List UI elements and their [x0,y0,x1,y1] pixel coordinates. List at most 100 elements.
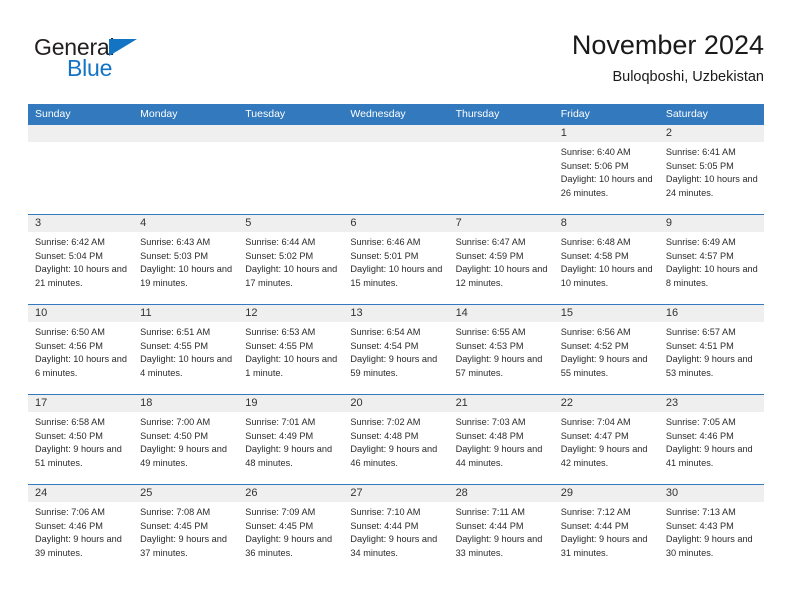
daylight-text: Daylight: 9 hours and 51 minutes. [35,444,122,468]
day-number: 4 [133,215,239,232]
calendar-day-cell[interactable]: 18 Sunrise: 7:00 AM Sunset: 4:50 PM Dayligh… [133,395,239,484]
daylight-text: Daylight: 9 hours and 53 minutes. [665,354,753,378]
weekday-header-row: Sunday Monday Tuesday Wednesday Thursday Frid… [28,104,764,125]
calendar-day-cell-empty [448,125,554,214]
sunrise-text: Sunrise: 7:05 AM [665,417,736,427]
day-number: 24 [28,485,134,502]
day-details: Sunrise: 7:04 AM Sunset: 4:47 PM Daylight:… [554,412,659,470]
calendar-day-cell[interactable]: 2 Sunrise: 6:41 AM Sunset: 5:05 PM Daylight… [658,125,764,214]
page-title: November 2024 [571,30,764,60]
day-details: Sunrise: 6:57 AM Sunset: 4:51 PM Daylight:… [659,322,764,380]
day-number: 27 [343,485,449,502]
day-details: Sunrise: 7:05 AM Sunset: 4:46 PM Daylight:… [659,412,764,470]
day-number [448,125,554,142]
daylight-text: Daylight: 10 hours and 17 minutes. [245,264,338,288]
calendar-day-cell[interactable]: 12 Sunrise: 6:53 AM Sunset: 4:55 PM Dayligh… [238,305,344,394]
sunset-text: Sunset: 4:58 PM [560,250,629,261]
calendar-grid: Sunday Monday Tuesday Wednesday Thursday Frid… [28,104,764,574]
calendar-day-cell[interactable]: 9 Sunrise: 6:49 AM Sunset: 4:57 PM Daylight… [658,215,764,304]
sunset-text: Sunset: 4:50 PM [35,430,103,441]
day-details: Sunrise: 6:42 AM Sunset: 5:04 PM Daylight:… [28,232,133,290]
day-number: 20 [343,395,449,412]
sunset-text: Sunset: 4:45 PM [245,520,314,531]
calendar-day-cell[interactable]: 6 Sunrise: 6:46 AM Sunset: 5:01 PM Daylight… [343,215,449,304]
daylight-text: Daylight: 10 hours and 26 minutes. [560,174,653,198]
calendar-day-cell[interactable]: 21 Sunrise: 7:03 AM Sunset: 4:48 PM Dayligh… [448,395,554,484]
sunrise-text: Sunrise: 6:56 AM [560,327,631,337]
calendar-day-cell[interactable]: 30 Sunrise: 7:13 AM Sunset: 4:43 PM Dayligh… [658,485,764,574]
calendar-day-cell[interactable]: 8 Sunrise: 6:48 AM Sunset: 4:58 PM Daylight… [553,215,659,304]
calendar-day-cell[interactable]: 20 Sunrise: 7:02 AM Sunset: 4:48 PM Dayligh… [343,395,449,484]
calendar-day-cell[interactable]: 14 Sunrise: 6:55 AM Sunset: 4:53 PM Dayligh… [448,305,554,394]
sunrise-text: Sunrise: 6:51 AM [140,327,211,337]
logo-text-blue: Blue [67,55,113,81]
day-number: 14 [448,305,554,322]
daylight-text: Daylight: 9 hours and 55 minutes. [560,354,648,378]
calendar-day-cell[interactable]: 29 Sunrise: 7:12 AM Sunset: 4:44 PM Dayligh… [553,485,659,574]
day-number [28,125,134,142]
day-details: Sunrise: 6:54 AM Sunset: 4:54 PM Daylight:… [343,322,448,380]
sunset-text: Sunset: 4:55 PM [245,340,314,351]
daylight-text: Daylight: 9 hours and 36 minutes. [245,534,333,558]
daylight-text: Daylight: 9 hours and 57 minutes. [455,354,543,378]
general-blue-logo[interactable]: General Blue [34,34,254,90]
sunset-text: Sunset: 4:44 PM [560,520,629,531]
weekday-header-tuesday: Tuesday [245,108,286,120]
calendar-day-cell[interactable]: 4 Sunrise: 6:43 AM Sunset: 5:03 PM Daylight… [133,215,239,304]
day-number: 23 [658,395,764,412]
daylight-text: Daylight: 10 hours and 24 minutes. [665,174,758,198]
sunrise-text: Sunrise: 6:50 AM [35,327,105,337]
calendar-day-cell[interactable]: 23 Sunrise: 7:05 AM Sunset: 4:46 PM Dayligh… [658,395,764,484]
calendar-day-cell[interactable]: 26 Sunrise: 7:09 AM Sunset: 4:45 PM Dayligh… [238,485,344,574]
calendar-day-cell[interactable]: 11 Sunrise: 6:51 AM Sunset: 4:55 PM Dayligh… [133,305,239,394]
calendar-day-cell[interactable]: 16 Sunrise: 6:57 AM Sunset: 4:51 PM Dayligh… [658,305,764,394]
sunrise-text: Sunrise: 6:44 AM [245,237,316,247]
sunset-text: Sunset: 4:48 PM [455,430,524,441]
calendar-day-cell[interactable]: 22 Sunrise: 7:04 AM Sunset: 4:47 PM Dayligh… [553,395,659,484]
day-details: Sunrise: 6:41 AM Sunset: 5:05 PM Daylight:… [659,142,764,200]
sunrise-text: Sunrise: 6:47 AM [455,237,526,247]
daylight-text: Daylight: 9 hours and 34 minutes. [350,534,438,558]
calendar-day-cell[interactable]: 27 Sunrise: 7:10 AM Sunset: 4:44 PM Dayligh… [343,485,449,574]
day-number: 18 [133,395,239,412]
calendar-day-cell-empty [238,125,344,214]
day-number: 25 [133,485,239,502]
calendar-day-cell[interactable]: 1 Sunrise: 6:40 AM Sunset: 5:06 PM Daylight… [553,125,659,214]
calendar-day-cell[interactable]: 19 Sunrise: 7:01 AM Sunset: 4:49 PM Dayligh… [238,395,344,484]
day-number: 19 [238,395,344,412]
sunrise-text: Sunrise: 6:58 AM [35,417,105,427]
day-details: Sunrise: 6:46 AM Sunset: 5:01 PM Daylight:… [343,232,448,290]
day-details: Sunrise: 7:12 AM Sunset: 4:44 PM Daylight:… [554,502,659,560]
daylight-text: Daylight: 9 hours and 59 minutes. [350,354,438,378]
day-number: 21 [448,395,554,412]
calendar-day-cell[interactable]: 28 Sunrise: 7:11 AM Sunset: 4:44 PM Dayligh… [448,485,554,574]
sunrise-text: Sunrise: 7:03 AM [455,417,526,427]
calendar-day-cell[interactable]: 17 Sunrise: 6:58 AM Sunset: 4:50 PM Dayligh… [28,395,134,484]
day-details: Sunrise: 7:02 AM Sunset: 4:48 PM Daylight:… [343,412,448,470]
day-details: Sunrise: 7:00 AM Sunset: 4:50 PM Daylight:… [133,412,238,470]
calendar-day-cell[interactable]: 7 Sunrise: 6:47 AM Sunset: 4:59 PM Daylight… [448,215,554,304]
daylight-text: Daylight: 9 hours and 44 minutes. [455,444,543,468]
sunrise-text: Sunrise: 7:11 AM [455,507,525,517]
daylight-text: Daylight: 10 hours and 19 minutes. [140,264,233,288]
daylight-text: Daylight: 9 hours and 42 minutes. [560,444,648,468]
calendar-day-cell[interactable]: 24 Sunrise: 7:06 AM Sunset: 4:46 PM Dayligh… [28,485,134,574]
calendar-week-row: 24 Sunrise: 7:06 AM Sunset: 4:46 PM Dayligh… [28,484,764,574]
sunrise-text: Sunrise: 6:46 AM [350,237,421,247]
weekday-header-sunday: Sunday [35,108,71,120]
sunrise-text: Sunrise: 7:10 AM [350,507,421,517]
calendar-day-cell[interactable]: 15 Sunrise: 6:56 AM Sunset: 4:52 PM Dayligh… [553,305,659,394]
calendar-day-cell[interactable]: 5 Sunrise: 6:44 AM Sunset: 5:02 PM Daylight… [238,215,344,304]
sunrise-text: Sunrise: 7:01 AM [245,417,316,427]
day-details: Sunrise: 6:51 AM Sunset: 4:55 PM Daylight:… [133,322,238,380]
calendar-day-cell[interactable]: 10 Sunrise: 6:50 AM Sunset: 4:56 PM Dayligh… [28,305,134,394]
calendar-week-row: 3 Sunrise: 6:42 AM Sunset: 5:04 PM Daylight… [28,214,764,304]
day-number: 7 [448,215,554,232]
calendar-day-cell[interactable]: 3 Sunrise: 6:42 AM Sunset: 5:04 PM Daylight… [28,215,134,304]
day-number: 2 [658,125,764,142]
sunrise-text: Sunrise: 7:09 AM [245,507,316,517]
calendar-day-cell[interactable]: 13 Sunrise: 6:54 AM Sunset: 4:54 PM Dayligh… [343,305,449,394]
weekday-header-monday: Monday [140,108,178,120]
day-details: Sunrise: 6:53 AM Sunset: 4:55 PM Daylight:… [238,322,343,380]
calendar-day-cell[interactable]: 25 Sunrise: 7:08 AM Sunset: 4:45 PM Dayligh… [133,485,239,574]
